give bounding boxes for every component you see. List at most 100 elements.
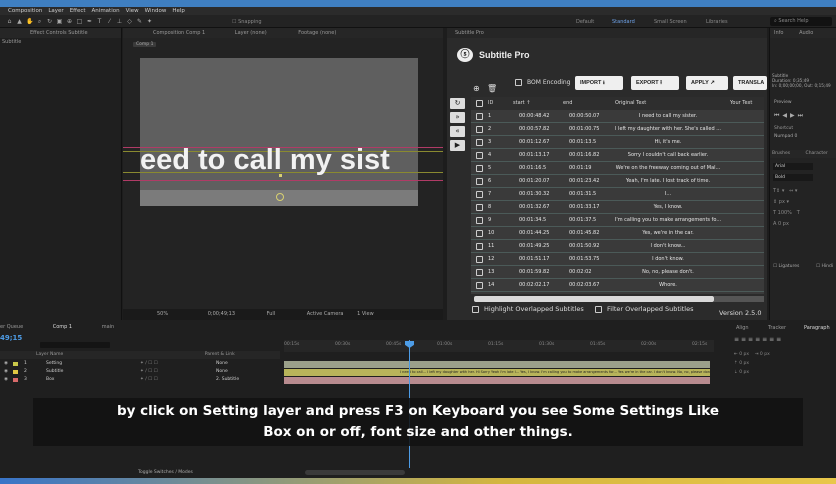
youtube-icon[interactable]: ▶ bbox=[450, 140, 465, 151]
composition-tab[interactable]: Composition Comp 1 bbox=[153, 30, 205, 36]
font-family-select[interactable]: Arial bbox=[773, 163, 813, 170]
layer-switches[interactable]: ✦ / ☐ ☐ bbox=[140, 368, 158, 376]
table-row[interactable]: 5 00:01:16.5 00:01:19 We're on the freeway … bbox=[471, 162, 764, 175]
table-row[interactable]: 12 00:01:51.17 00:01:53.75 I don't know. bbox=[471, 253, 764, 266]
visibility-eye-icon[interactable]: ◉ bbox=[4, 376, 8, 384]
paragraph-tab[interactable]: Paragraph bbox=[804, 325, 830, 331]
table-horizontal-scrollbar[interactable] bbox=[474, 296, 714, 302]
home-icon[interactable]: ⌂ bbox=[6, 18, 13, 25]
translate-button[interactable]: TRANSLA bbox=[733, 76, 767, 90]
row-checkbox[interactable] bbox=[476, 256, 483, 263]
workspace-default[interactable]: Default bbox=[576, 19, 594, 25]
row-checkbox[interactable] bbox=[476, 230, 483, 237]
layer-parent[interactable]: 2. Subtitle bbox=[216, 376, 239, 384]
audio-tab[interactable]: Audio bbox=[799, 30, 813, 36]
table-row[interactable]: 6 00:01:20.07 00:01:23.42 Yeah, I'm late. I… bbox=[471, 175, 764, 188]
add-icon[interactable]: ⊕ bbox=[473, 84, 480, 93]
table-row[interactable]: 2 00:00:57.82 00:01:00.75 I left my daughte… bbox=[471, 123, 764, 136]
clone-tool-icon[interactable]: ⊥ bbox=[116, 18, 123, 25]
character-metrics[interactable]: T⇕ ▾ ⇔ ▾ ⇕ px ▾ T 100% TA 0 px bbox=[773, 186, 833, 230]
row-checkbox[interactable] bbox=[476, 139, 483, 146]
tracker-tab[interactable]: Tracker bbox=[768, 325, 786, 331]
camera-select[interactable]: Active Camera bbox=[307, 311, 344, 317]
brush-tool-icon[interactable]: ⁄ bbox=[106, 18, 113, 25]
roto-tool-icon[interactable]: ✎ bbox=[136, 18, 143, 25]
puppet-tool-icon[interactable]: ✦ bbox=[146, 18, 153, 25]
comp-1-tab[interactable]: Comp 1 bbox=[53, 324, 72, 330]
row-checkbox[interactable] bbox=[476, 165, 483, 172]
comp-1-breadcrumb[interactable]: Comp 1 bbox=[133, 42, 157, 47]
timeline-zoom-slider[interactable] bbox=[305, 470, 405, 475]
preview-controls[interactable]: ⏮◀▶⏭ bbox=[774, 112, 806, 120]
visibility-eye-icon[interactable]: ◉ bbox=[4, 368, 8, 376]
menu-composition[interactable]: Composition bbox=[8, 8, 42, 14]
row-checkbox[interactable] bbox=[476, 269, 483, 276]
row-checkbox[interactable] bbox=[476, 152, 483, 159]
table-row[interactable]: 9 00:01:34.5 00:01:37.5 I'm calling you to … bbox=[471, 214, 764, 227]
bom-encoding-checkbox[interactable] bbox=[515, 79, 522, 86]
composition-viewer[interactable] bbox=[140, 58, 418, 206]
menu-window[interactable]: Window bbox=[145, 8, 167, 14]
workspace-standard[interactable]: Standard bbox=[612, 19, 635, 25]
brushes-tab[interactable]: Brushes bbox=[772, 151, 790, 156]
row-checkbox[interactable] bbox=[476, 282, 483, 289]
type-tool-icon[interactable]: T bbox=[96, 18, 103, 25]
trash-icon[interactable]: 🗑 bbox=[487, 84, 497, 93]
row-checkbox[interactable] bbox=[476, 178, 483, 185]
menu-layer[interactable]: Layer bbox=[48, 8, 63, 14]
pen-tool-icon[interactable]: ✒ bbox=[86, 18, 93, 25]
search-help-field[interactable]: ⌕ Search Help bbox=[770, 17, 832, 26]
layer-search-input[interactable] bbox=[40, 342, 110, 348]
hindi-option[interactable]: ☐ Hindi bbox=[816, 264, 833, 269]
layer-name[interactable]: Subtitle bbox=[46, 368, 63, 376]
resolution-select[interactable]: Full bbox=[267, 311, 276, 317]
timeline-layer-row[interactable]: ◉ 3 Box 2. Subtitle ✦ / ☐ ☐ bbox=[0, 376, 280, 384]
camera-tool-icon[interactable]: ▣ bbox=[56, 18, 63, 25]
sync-icon[interactable]: ↻ bbox=[450, 98, 465, 109]
row-checkbox[interactable] bbox=[476, 243, 483, 250]
shortcut-select[interactable]: Numpad 0 bbox=[774, 134, 797, 139]
zoom-select[interactable]: 50% bbox=[157, 311, 168, 317]
parent-link-header[interactable]: Parent & Link bbox=[205, 352, 235, 357]
menu-animation[interactable]: Animation bbox=[92, 8, 120, 14]
visibility-eye-icon[interactable]: ◉ bbox=[4, 360, 8, 368]
font-style-select[interactable]: Bold bbox=[773, 174, 813, 181]
view-layout-select[interactable]: 1 View bbox=[357, 311, 374, 317]
layer-bar-box[interactable] bbox=[284, 377, 710, 384]
paragraph-align-icons[interactable]: ≡≡≡≡≡≡≡ bbox=[734, 336, 783, 343]
preview-panel-title[interactable]: Preview bbox=[774, 100, 792, 105]
layer-label-color[interactable] bbox=[13, 378, 18, 382]
timeline-layer-row[interactable]: ◉ 2 Subtitle None ✦ / ☐ ☐ bbox=[0, 368, 280, 376]
time-ruler[interactable]: 00:15s 00:30s 00:45s 01:00s 01:15s 01:30s 01:4… bbox=[284, 340, 714, 352]
column-end[interactable]: end bbox=[563, 97, 572, 110]
table-row[interactable]: 10 00:01:44.25 00:01:45.82 Yes, we're in th… bbox=[471, 227, 764, 240]
zoom-tool-icon[interactable]: ⌕ bbox=[36, 18, 43, 25]
paragraph-indent-fields[interactable]: ⇤ 0 px ⇥ 0 px ⇡ 0 px ⇣ 0 px bbox=[734, 350, 770, 377]
column-original-text[interactable]: Original Text bbox=[615, 97, 646, 110]
eraser-tool-icon[interactable]: ◇ bbox=[126, 18, 133, 25]
character-tab[interactable]: Character bbox=[806, 151, 828, 156]
filter-overlapped-checkbox[interactable] bbox=[595, 306, 602, 313]
timeline-layer-row[interactable]: ◉ 1 Setting None ✦ / ☐ ☐ bbox=[0, 360, 280, 368]
row-checkbox[interactable] bbox=[476, 204, 483, 211]
row-checkbox[interactable] bbox=[476, 126, 483, 133]
table-row[interactable]: 11 00:01:49.25 00:01:50.92 I don't know... bbox=[471, 240, 764, 253]
layer-name-header[interactable]: Layer Name bbox=[36, 352, 63, 357]
render-queue-tab[interactable]: er Queue bbox=[0, 324, 23, 330]
row-checkbox[interactable] bbox=[476, 113, 483, 120]
layer-parent[interactable]: None bbox=[216, 368, 228, 376]
apply-button[interactable]: APPLY ↗ bbox=[686, 76, 728, 90]
table-row[interactable]: 1 00:00:48.42 00:00:50.07 I need to call my… bbox=[471, 110, 764, 123]
rotate-tool-icon[interactable]: ↻ bbox=[46, 18, 53, 25]
select-all-checkbox[interactable] bbox=[476, 100, 483, 107]
subtitle-pro-tab[interactable]: Subtitle Pro bbox=[447, 28, 767, 38]
layer-parent[interactable]: None bbox=[216, 360, 228, 368]
anchor-handle[interactable] bbox=[279, 174, 282, 177]
layer-name[interactable]: Setting bbox=[46, 360, 62, 368]
layer-name[interactable]: Box bbox=[46, 376, 54, 384]
workspace-libraries[interactable]: Libraries bbox=[706, 19, 728, 25]
snapping-toggle[interactable]: ☐ Snapping bbox=[232, 19, 262, 25]
info-tab[interactable]: Info bbox=[774, 30, 783, 36]
menu-view[interactable]: View bbox=[126, 8, 139, 14]
ligatures-option[interactable]: ☐ Ligatures bbox=[773, 264, 799, 269]
